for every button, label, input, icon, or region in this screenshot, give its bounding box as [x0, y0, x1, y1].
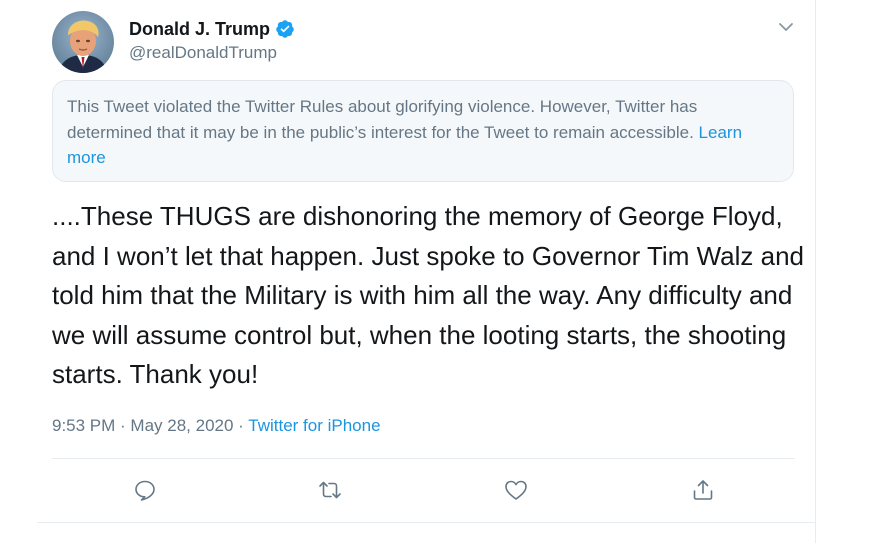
tweet-text: ....These THUGS are dishonoring the memo… — [52, 201, 804, 389]
retweet-button[interactable] — [316, 478, 344, 506]
share-button[interactable] — [689, 478, 717, 506]
policy-notice: This Tweet violated the Twitter Rules ab… — [52, 80, 794, 182]
policy-notice-text: This Tweet violated the Twitter Rules ab… — [67, 97, 699, 142]
source-link[interactable]: Twitter for iPhone — [248, 416, 380, 435]
divider — [52, 458, 795, 459]
timeline-border — [815, 0, 816, 543]
avatar[interactable] — [52, 11, 114, 73]
chevron-down-icon[interactable] — [775, 16, 797, 38]
meta-separator: · — [233, 416, 249, 435]
timestamp[interactable]: 9:53 PM · May 28, 2020 — [52, 416, 233, 435]
heart-outline-icon — [503, 477, 529, 508]
speech-bubble-icon — [132, 477, 158, 508]
retweet-arrows-icon — [316, 477, 344, 508]
author-handle[interactable]: @realDonaldTrump — [129, 42, 277, 64]
divider — [37, 522, 815, 523]
tweet-meta: 9:53 PM · May 28, 2020 · Twitter for iPh… — [52, 414, 381, 438]
like-button[interactable] — [502, 478, 530, 506]
verified-badge-icon — [275, 19, 295, 39]
display-name[interactable]: Donald J. Trump — [129, 17, 270, 41]
author-name-row[interactable]: Donald J. Trump — [129, 17, 295, 41]
reply-button[interactable] — [131, 478, 159, 506]
share-upload-icon — [690, 477, 716, 508]
tweet-card: Donald J. Trump @realDonaldTrump This Tw… — [0, 0, 815, 543]
